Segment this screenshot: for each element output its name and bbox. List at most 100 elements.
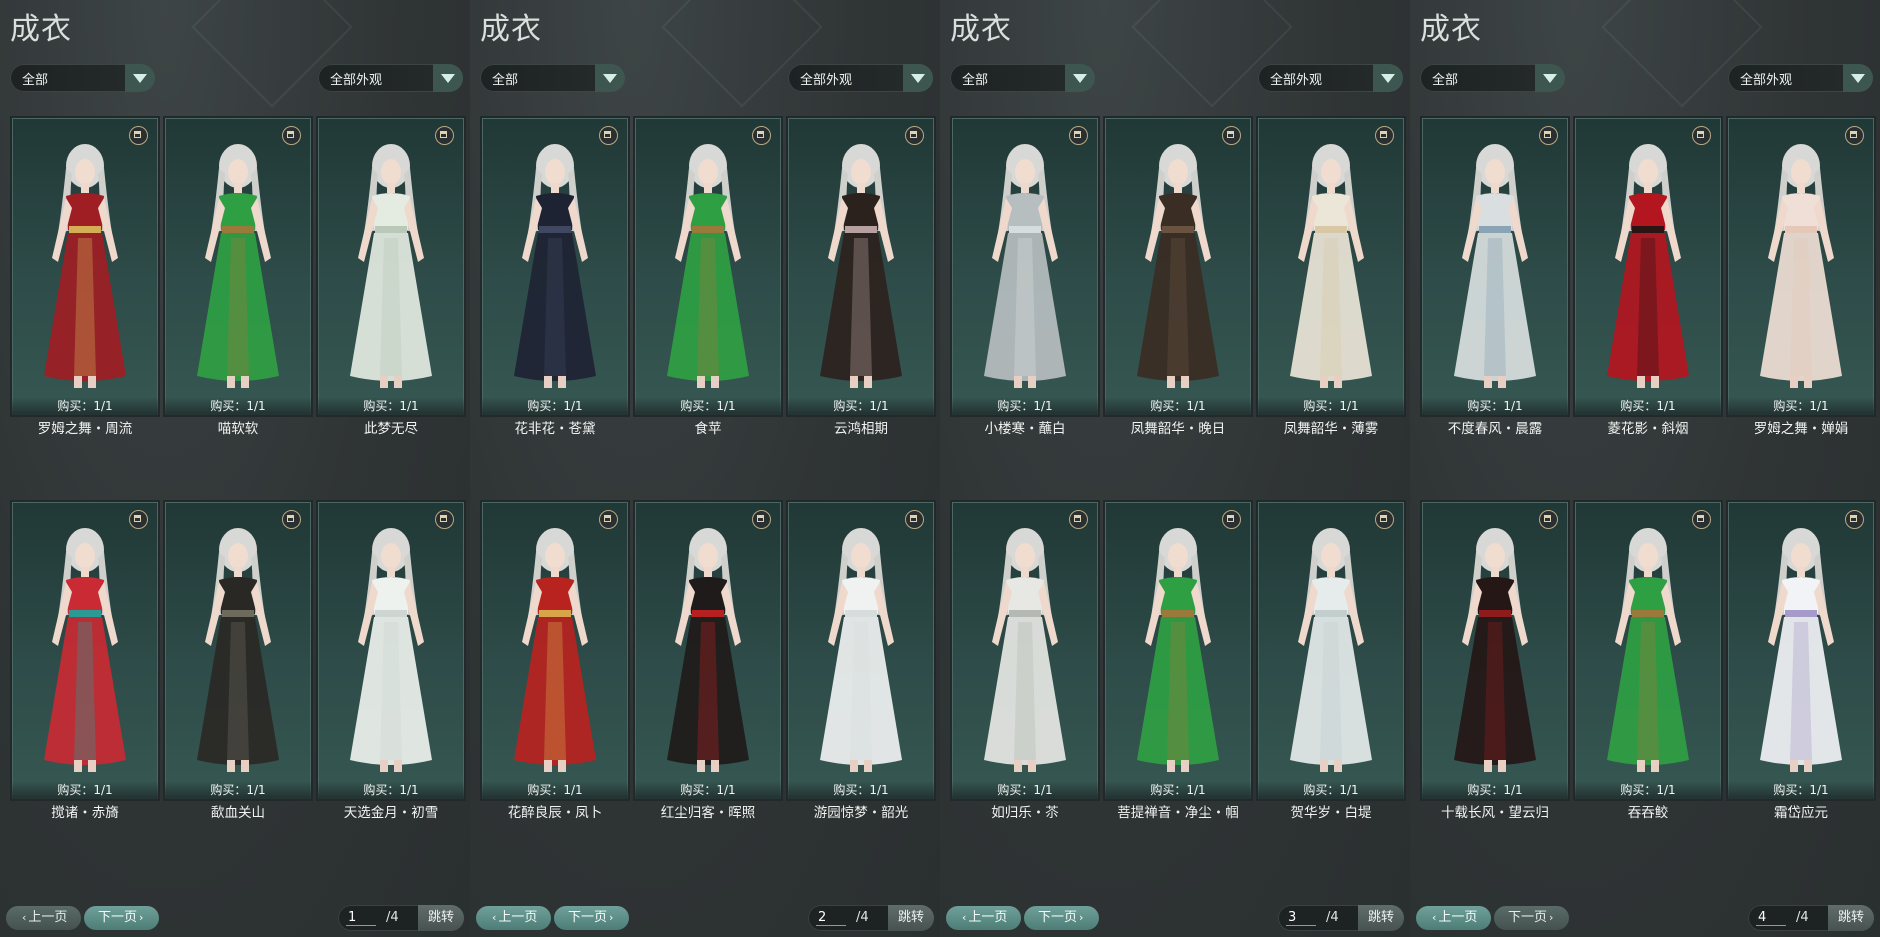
outfit-card[interactable]: 购买：1/1 xyxy=(1422,502,1568,799)
purchase-count: 购买：1/1 xyxy=(1258,397,1404,415)
purchase-count: 购买：1/1 xyxy=(788,397,934,415)
trash-icon[interactable] xyxy=(1692,126,1711,145)
purchase-count: 购买：1/1 xyxy=(1422,781,1568,799)
trash-icon[interactable] xyxy=(1692,510,1711,529)
next-page-button[interactable]: 下一页 › xyxy=(554,906,630,930)
outfit-name: 如归乐・苶 xyxy=(991,805,1059,821)
trash-icon[interactable] xyxy=(1539,510,1558,529)
outfit-name: 搅诸・赤旖 xyxy=(51,805,119,821)
chevron-down-icon[interactable] xyxy=(1373,64,1403,92)
trash-icon[interactable] xyxy=(1375,126,1394,145)
wardrobe-panel: 成衣全部 全部外观 购买：1/1 不度春风・晨露 购买：1/1 菱花影・斜烟 xyxy=(1410,0,1880,937)
outfit-card[interactable]: 购买：1/1 xyxy=(482,502,628,799)
next-page-button[interactable]: 下一页 › xyxy=(1024,906,1100,930)
chevron-down-icon[interactable] xyxy=(433,64,463,92)
outfit-card[interactable]: 购买：1/1 xyxy=(165,118,311,415)
jump-button[interactable]: 跳转 xyxy=(1358,905,1404,931)
trash-icon[interactable] xyxy=(1539,126,1558,145)
prev-page-button[interactable]: ‹ 上一页 xyxy=(946,906,1022,930)
outfit-card[interactable]: 购买：1/1 xyxy=(1258,118,1404,415)
trash-icon[interactable] xyxy=(905,510,924,529)
outfit-card[interactable]: 购买：1/1 xyxy=(952,502,1098,799)
outfit-preview-image xyxy=(1115,138,1241,398)
outfit-card[interactable]: 购买：1/1 xyxy=(788,118,934,415)
trash-icon[interactable] xyxy=(905,126,924,145)
outfit-card[interactable]: 购买：1/1 xyxy=(635,118,781,415)
prev-page-button[interactable]: ‹ 上一页 xyxy=(476,906,552,930)
page-number-input[interactable]: 3 xyxy=(1288,910,1296,925)
outfit-card[interactable]: 购买：1/1 xyxy=(1728,118,1874,415)
outfit-card[interactable]: 购买：1/1 xyxy=(952,118,1098,415)
chevron-down-icon[interactable] xyxy=(125,64,155,92)
outfit-preview-image xyxy=(22,138,148,398)
appearance-dropdown[interactable]: 全部外观 xyxy=(1728,64,1873,92)
outfit-card[interactable]: 购买：1/1 xyxy=(1105,502,1251,799)
outfit-card[interactable]: 购买：1/1 xyxy=(318,118,464,415)
appearance-dropdown[interactable]: 全部外观 xyxy=(1258,64,1403,92)
trash-icon[interactable] xyxy=(129,126,148,145)
outfit-name: 游园惊梦・韶光 xyxy=(813,805,909,821)
trash-icon[interactable] xyxy=(282,126,301,145)
next-page-button[interactable]: 下一页 › xyxy=(84,906,160,930)
prev-page-button[interactable]: ‹ 上一页 xyxy=(1416,906,1492,930)
no-trash-icon[interactable] xyxy=(435,126,454,145)
chevron-down-icon[interactable] xyxy=(595,64,625,92)
outfit-card[interactable]: 购买：1/1 xyxy=(1728,502,1874,799)
outfit-card[interactable]: 购买：1/1 xyxy=(1575,502,1721,799)
category-dropdown[interactable]: 全部 xyxy=(1420,64,1565,92)
category-dropdown[interactable]: 全部 xyxy=(10,64,155,92)
outfit-card[interactable]: 购买：1/1 xyxy=(1422,118,1568,415)
chevron-down-icon[interactable] xyxy=(1535,64,1565,92)
outfit-card[interactable]: 购买：1/1 xyxy=(1575,118,1721,415)
chevron-down-icon[interactable] xyxy=(903,64,933,92)
page-jump-control: 4/4 跳转 xyxy=(1748,905,1874,931)
trash-icon[interactable] xyxy=(752,126,771,145)
category-dropdown[interactable]: 全部 xyxy=(950,64,1095,92)
outfit-card[interactable]: 购买：1/1 xyxy=(165,502,311,799)
outfit-card[interactable]: 购买：1/1 xyxy=(318,502,464,799)
no-trash-icon[interactable] xyxy=(1069,126,1088,145)
page-input-underline xyxy=(1286,925,1316,926)
jump-button[interactable]: 跳转 xyxy=(888,905,934,931)
trash-icon[interactable] xyxy=(1845,126,1864,145)
chevron-right-icon: › xyxy=(609,911,614,924)
prev-page-button[interactable]: ‹ 上一页 xyxy=(6,906,82,930)
trash-icon[interactable] xyxy=(282,510,301,529)
trash-icon[interactable] xyxy=(1222,510,1241,529)
outfit-preview-image xyxy=(962,138,1088,398)
trash-icon[interactable] xyxy=(1375,510,1394,529)
outfit-name: 云鸿相期 xyxy=(834,421,888,437)
purchase-count: 购买：1/1 xyxy=(952,781,1098,799)
category-dropdown[interactable]: 全部 xyxy=(480,64,625,92)
page-number-input[interactable]: 4 xyxy=(1758,910,1766,925)
page-number-input[interactable]: 2 xyxy=(818,910,826,925)
trash-icon[interactable] xyxy=(752,510,771,529)
outfit-card[interactable]: 购买：1/1 xyxy=(12,118,158,415)
outfit-card[interactable]: 购买：1/1 xyxy=(12,502,158,799)
outfit-card[interactable]: 购买：1/1 xyxy=(1258,502,1404,799)
outfit-card[interactable]: 购买：1/1 xyxy=(482,118,628,415)
trash-icon[interactable] xyxy=(599,126,618,145)
trash-icon[interactable] xyxy=(599,510,618,529)
trash-icon[interactable] xyxy=(1845,510,1864,529)
outfit-card[interactable]: 购买：1/1 xyxy=(788,502,934,799)
outfit-card[interactable]: 购买：1/1 xyxy=(1105,118,1251,415)
purchase-count: 购买：1/1 xyxy=(12,397,158,415)
outfit-card[interactable]: 购买：1/1 xyxy=(635,502,781,799)
jump-button[interactable]: 跳转 xyxy=(1828,905,1874,931)
jump-button[interactable]: 跳转 xyxy=(418,905,464,931)
trash-icon[interactable] xyxy=(129,510,148,529)
trash-icon[interactable] xyxy=(435,510,454,529)
chevron-down-icon[interactable] xyxy=(1065,64,1095,92)
next-page-button[interactable]: 下一页 › xyxy=(1494,906,1570,930)
outfit-name: 小楼寒・蘸白 xyxy=(984,421,1066,437)
purchase-count: 购买：1/1 xyxy=(1728,397,1874,415)
trash-icon[interactable] xyxy=(1222,126,1241,145)
outfit-preview-image xyxy=(1432,522,1558,782)
page-number-input[interactable]: 1 xyxy=(348,910,356,925)
trash-icon[interactable] xyxy=(1069,510,1088,529)
panel-title: 成衣 xyxy=(480,12,542,47)
chevron-down-icon[interactable] xyxy=(1843,64,1873,92)
appearance-dropdown[interactable]: 全部外观 xyxy=(788,64,933,92)
appearance-dropdown[interactable]: 全部外观 xyxy=(318,64,463,92)
